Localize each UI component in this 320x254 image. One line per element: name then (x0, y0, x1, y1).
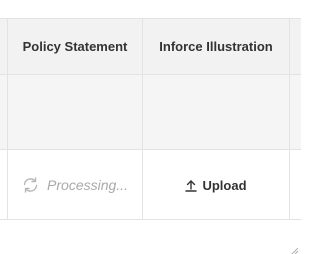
column-header-label: Policy Statement (22, 38, 128, 54)
table-header-row: Policy Statement Inforce Illustration (0, 18, 301, 74)
table-row-empty (0, 75, 301, 150)
column-header-label: Inforce Illustration (159, 38, 273, 54)
policy-statement-cell: Processing... (8, 150, 142, 220)
column-header-policy-statement: Policy Statement (8, 18, 142, 74)
upload-button[interactable]: Upload (185, 177, 247, 193)
table-border-bottom (0, 219, 301, 220)
column-divider (289, 18, 290, 220)
column-divider (142, 18, 143, 220)
upload-button-label: Upload (202, 177, 247, 193)
upload-icon (185, 179, 198, 192)
policy-table: Policy Statement Inforce Illustration Pr… (0, 18, 301, 220)
processing-status-text: Processing... (47, 177, 128, 193)
resize-grip-icon[interactable] (289, 242, 299, 254)
column-header-inforce-illustration: Inforce Illustration (143, 18, 289, 74)
inforce-illustration-cell: Upload (143, 150, 289, 220)
column-divider (7, 18, 8, 220)
table-border-top (0, 18, 301, 19)
table-row: Processing... Upload (0, 150, 301, 220)
refresh-icon (22, 177, 39, 193)
header-divider (0, 74, 301, 75)
row-divider (0, 149, 301, 150)
